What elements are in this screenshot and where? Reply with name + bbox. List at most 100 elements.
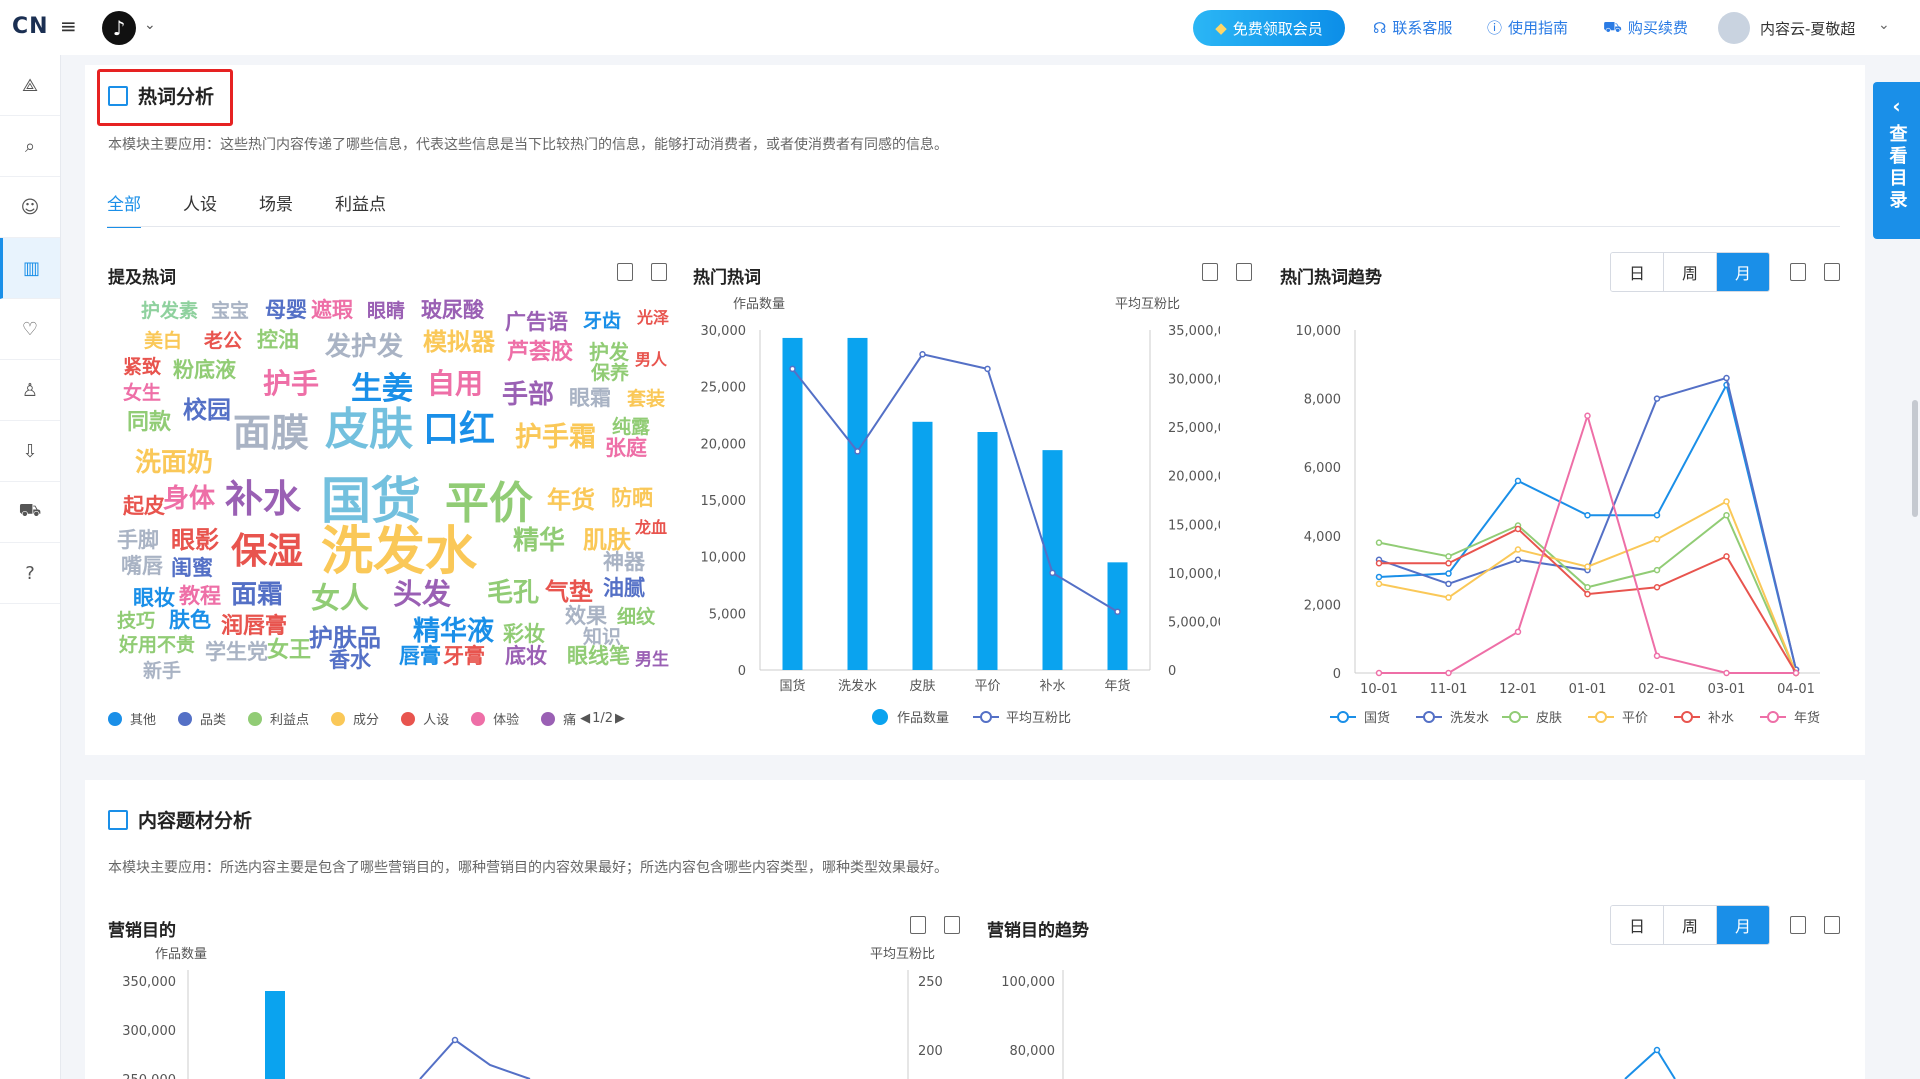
line-point[interactable] xyxy=(1375,580,1383,588)
word-cloud-word[interactable]: 手脚 xyxy=(117,530,159,551)
legend-item[interactable]: 体验 xyxy=(471,709,519,728)
word-cloud-word[interactable]: 护手 xyxy=(263,370,319,398)
word-cloud-word[interactable]: 同款 xyxy=(127,412,171,434)
word-cloud-word[interactable]: 张庭 xyxy=(605,438,647,459)
word-cloud-word[interactable]: 精华 xyxy=(513,528,565,554)
period-week-button[interactable]: 周 xyxy=(1664,253,1717,291)
word-cloud-word[interactable]: 技巧 xyxy=(117,612,155,631)
word-cloud-word[interactable]: 毛孔 xyxy=(487,580,539,606)
word-cloud-word[interactable]: 男人 xyxy=(635,352,667,368)
word-cloud-word[interactable]: 控油 xyxy=(257,330,299,351)
word-cloud-word[interactable]: 保养 xyxy=(591,364,629,383)
word-cloud-word[interactable]: 校园 xyxy=(183,398,231,422)
legend-item[interactable]: 人设 xyxy=(401,709,449,728)
word-cloud-word[interactable]: 牙齿 xyxy=(583,312,621,331)
bar[interactable] xyxy=(265,991,285,1079)
sidebar-item-health[interactable]: ♡ xyxy=(0,299,60,360)
legend-item[interactable]: 成分 xyxy=(331,709,379,728)
word-cloud-word[interactable]: 护肤品 xyxy=(309,626,381,650)
word-cloud-word[interactable]: 生姜 xyxy=(351,374,413,405)
sidebar-item-search[interactable]: ⌕ xyxy=(0,116,60,177)
period-week-button[interactable]: 周 xyxy=(1664,906,1717,944)
word-cloud-word[interactable]: 细纹 xyxy=(617,608,655,627)
line-point[interactable] xyxy=(854,448,861,455)
user-name[interactable]: 内容云-夏敬超 xyxy=(1760,18,1855,39)
line-point[interactable] xyxy=(1584,584,1591,591)
word-cloud-word[interactable]: 口红 xyxy=(423,412,495,448)
line-point[interactable] xyxy=(1514,525,1522,533)
tab-persona[interactable]: 人设 xyxy=(183,190,217,215)
word-cloud-word[interactable]: 眼妆 xyxy=(133,588,175,609)
word-cloud-word[interactable]: 紧致 xyxy=(123,358,161,377)
page-scrollbar[interactable] xyxy=(1912,400,1918,517)
word-cloud-word[interactable]: 新手 xyxy=(143,662,181,681)
legend-label[interactable]: 洗发水 xyxy=(1450,710,1489,726)
line-point[interactable] xyxy=(984,365,991,373)
legend-item[interactable]: 利益点 xyxy=(248,709,309,728)
line-point[interactable] xyxy=(1445,669,1452,677)
legend-label[interactable]: 年货 xyxy=(1794,710,1820,726)
app-logo[interactable]: CN xyxy=(12,14,49,39)
chevron-down-icon[interactable]: ⌄ xyxy=(144,17,156,33)
word-cloud-word[interactable]: 遮瑕 xyxy=(311,300,353,321)
line-point[interactable] xyxy=(1445,559,1452,567)
period-month-button[interactable]: 月 xyxy=(1717,906,1769,944)
word-cloud-word[interactable]: 润唇膏 xyxy=(221,616,287,638)
word-cloud-word[interactable]: 油腻 xyxy=(603,578,645,599)
word-cloud-word[interactable]: 肤色 xyxy=(169,610,211,631)
tiktok-platform-icon[interactable]: ♪ xyxy=(102,11,136,45)
user-guide-link[interactable]: ⓘ 使用指南 xyxy=(1487,17,1568,38)
line-point[interactable] xyxy=(1584,511,1591,519)
word-cloud-word[interactable]: 男生 xyxy=(635,652,669,669)
word-cloud-word[interactable]: 好用不贵 xyxy=(119,636,195,655)
line-point[interactable] xyxy=(1653,566,1661,574)
word-cloud-word[interactable]: 国货 xyxy=(321,476,421,526)
contact-support-link[interactable]: ☊ 联系客服 xyxy=(1373,17,1452,38)
data-view-icon[interactable] xyxy=(617,263,633,281)
word-cloud-word[interactable]: 纯露 xyxy=(612,418,650,437)
word-cloud-word[interactable]: 女生 xyxy=(123,384,161,403)
line-point[interactable] xyxy=(1514,628,1522,636)
line-point[interactable] xyxy=(1653,395,1661,402)
word-cloud-word[interactable]: 气垫 xyxy=(545,580,593,604)
line-point[interactable] xyxy=(1653,584,1661,591)
line-point[interactable] xyxy=(789,365,796,373)
word-cloud-word[interactable]: 头发 xyxy=(393,580,451,609)
line-point[interactable] xyxy=(1445,570,1452,577)
word-cloud-word[interactable]: 平价 xyxy=(445,482,533,526)
period-day-button[interactable]: 日 xyxy=(1611,906,1664,944)
word-cloud-word[interactable]: 防晒 xyxy=(611,488,653,509)
word-cloud-word[interactable]: 洗面奶 xyxy=(135,450,213,476)
word-cloud-word[interactable]: 皮肤 xyxy=(325,408,413,452)
line-point[interactable] xyxy=(1375,539,1383,546)
bar[interactable] xyxy=(782,337,803,670)
word-cloud-word[interactable]: 香水 xyxy=(329,650,371,671)
word-cloud-word[interactable]: 肌肤 xyxy=(583,528,631,552)
data-view-icon[interactable] xyxy=(910,916,926,934)
word-cloud-word[interactable]: 龙血 xyxy=(635,520,667,536)
export-doc-icon[interactable] xyxy=(1236,263,1252,281)
tab-scene[interactable]: 场景 xyxy=(259,190,293,215)
menu-toggle-icon[interactable]: ≡ xyxy=(60,14,77,38)
line-point[interactable] xyxy=(1049,569,1056,577)
legend-item[interactable]: 痛 xyxy=(541,709,576,728)
bar[interactable] xyxy=(912,421,933,670)
line-point[interactable] xyxy=(1723,511,1730,519)
word-cloud-word[interactable]: 美白 xyxy=(144,332,182,351)
word-cloud-word[interactable]: 牙膏 xyxy=(443,646,485,667)
line-point[interactable] xyxy=(1792,669,1800,677)
line-point[interactable] xyxy=(1723,498,1730,505)
word-cloud-word[interactable]: 护发 xyxy=(589,342,629,362)
word-cloud-word[interactable]: 母婴 xyxy=(265,300,307,321)
export-doc-icon[interactable] xyxy=(1824,263,1840,281)
bar[interactable] xyxy=(847,337,868,670)
line-point[interactable] xyxy=(1375,573,1383,581)
line-point[interactable] xyxy=(451,1036,459,1044)
export-doc-icon[interactable] xyxy=(651,263,667,281)
word-cloud-word[interactable]: 面霜 xyxy=(231,582,283,608)
word-cloud-word[interactable]: 老公 xyxy=(204,332,242,351)
export-doc-icon[interactable] xyxy=(944,916,960,934)
line-point[interactable] xyxy=(1584,563,1591,570)
legend-item[interactable]: 其他 xyxy=(108,709,156,728)
line-point[interactable] xyxy=(1445,594,1452,601)
